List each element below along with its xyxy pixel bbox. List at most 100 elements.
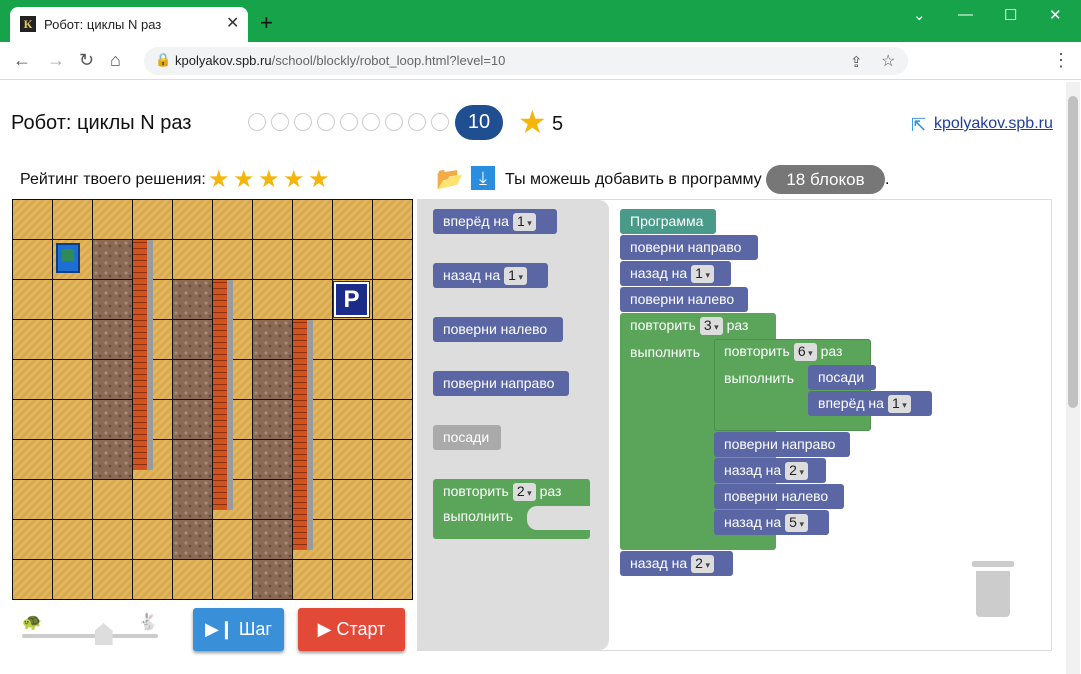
field-cell (173, 440, 213, 480)
value-dropdown[interactable]: 1 (504, 267, 527, 285)
level-dot[interactable] (248, 113, 266, 131)
minimize-icon[interactable]: — (958, 6, 973, 23)
block-label: раз (726, 317, 749, 333)
start-button[interactable]: ▶ Старт (298, 608, 405, 651)
bookmark-star-icon[interactable]: ☆ (881, 51, 895, 71)
toolbox-turn-left-block[interactable]: поверни налево (433, 317, 563, 342)
level-dot[interactable] (431, 113, 449, 131)
value-dropdown[interactable]: 2 (512, 483, 536, 501)
block-label: выполнить (443, 508, 513, 524)
field-cell (333, 560, 373, 600)
toolbox-back-block[interactable]: назад на 1 (433, 263, 548, 288)
rating-star-icon: ★ (258, 166, 280, 193)
field-cell (333, 200, 373, 240)
toolbox-forward-block[interactable]: вперёд на 1 (433, 209, 557, 234)
rabbit-icon: 🐇 (138, 614, 158, 631)
current-level-badge[interactable]: 10 (455, 105, 503, 140)
level-dot[interactable] (271, 113, 289, 131)
field-cell (13, 480, 53, 520)
field-cell (373, 520, 413, 560)
block-label: вперёд на (443, 213, 509, 229)
value-dropdown[interactable]: 6 (793, 343, 817, 361)
field-cell (173, 480, 213, 520)
turn-right-block[interactable]: поверни направо (714, 432, 850, 457)
download-icon[interactable]: ⤓ (471, 166, 495, 190)
parking-sign: P (333, 281, 370, 318)
menu-icon[interactable]: ⋮ (1052, 50, 1070, 71)
site-link[interactable]: kpolyakov.spb.ru (934, 115, 1053, 133)
field-cell (93, 520, 133, 560)
speed-slider-thumb[interactable] (94, 623, 113, 645)
back-block[interactable]: назад на 2 (714, 458, 826, 483)
close-window-icon[interactable]: ✕ (1049, 6, 1062, 24)
field-cell (133, 520, 173, 560)
field-cell (13, 440, 53, 480)
forward-icon[interactable]: → (47, 50, 65, 71)
home-icon[interactable]: ⌂ (110, 50, 121, 71)
blocks-left-badge: 18 блоков (766, 165, 885, 194)
field-cell (53, 560, 93, 600)
field-cell (253, 200, 293, 240)
level-dot[interactable] (340, 113, 358, 131)
turn-right-block[interactable]: поверни направо (620, 235, 758, 260)
block-label: назад на (443, 267, 501, 283)
reload-icon[interactable]: ↻ (79, 50, 94, 71)
forward-block[interactable]: вперёд на 1 (808, 391, 932, 416)
program-root-block[interactable]: Программа (620, 209, 716, 234)
back-block[interactable]: назад на 2 (620, 551, 733, 576)
level-dot[interactable] (408, 113, 426, 131)
speed-slider[interactable] (22, 634, 158, 638)
block-label: назад на (724, 462, 782, 478)
field-cell (173, 320, 213, 360)
rating-label: Рейтинг твоего решения: (20, 171, 206, 188)
maximize-icon[interactable]: ☐ (1004, 6, 1017, 24)
level-dot[interactable] (362, 113, 380, 131)
field-cell (293, 280, 333, 320)
field-cell (133, 560, 173, 600)
value-dropdown[interactable]: 1 (691, 265, 714, 283)
back-icon[interactable]: ← (13, 50, 31, 71)
trash-lid[interactable] (972, 561, 1014, 567)
external-link-icon[interactable]: ⇱ (911, 115, 926, 136)
value-dropdown[interactable]: 5 (785, 514, 808, 532)
value-dropdown[interactable]: 1 (887, 395, 911, 413)
scrollbar-thumb[interactable] (1068, 96, 1078, 408)
field-cell (333, 360, 373, 400)
tab-close-icon[interactable]: ✕ (226, 13, 239, 33)
block-label: раз (539, 483, 562, 499)
plant-block[interactable]: посади (808, 365, 876, 390)
level-dot[interactable] (317, 113, 335, 131)
field-cell (253, 240, 293, 280)
value-dropdown[interactable]: 1 (512, 213, 536, 231)
field-cell (133, 480, 173, 520)
field-cell (53, 360, 93, 400)
back-block[interactable]: назад на 1 (620, 261, 731, 286)
block-label: повторить (630, 317, 696, 333)
lock-icon[interactable]: 🔒 (155, 52, 171, 68)
turn-left-block[interactable]: поверни налево (620, 287, 748, 312)
level-dot[interactable] (294, 113, 312, 131)
url-text[interactable]: kpolyakov.spb.ru/school/blockly/robot_lo… (175, 53, 505, 68)
field-cell (373, 320, 413, 360)
value-dropdown[interactable]: 2 (691, 555, 714, 573)
field-cell (53, 200, 93, 240)
field-cell (53, 280, 93, 320)
open-folder-icon[interactable]: 📂 (436, 166, 463, 192)
field-cell (93, 320, 133, 360)
share-icon[interactable]: ⇪ (850, 53, 863, 71)
turtle-icon: 🐢 (22, 614, 42, 631)
new-tab-button[interactable]: + (260, 10, 273, 36)
turn-left-block[interactable]: поверни налево (714, 484, 844, 509)
loop-inner-do-label: выполнить (724, 370, 794, 386)
value-dropdown[interactable]: 3 (699, 317, 723, 335)
field-cell (293, 240, 333, 280)
step-button[interactable]: ▶❙ Шаг (193, 608, 284, 651)
back-block[interactable]: назад на 5 (714, 510, 829, 535)
tab-search-icon[interactable]: ⌄ (913, 6, 926, 24)
trash-can-icon[interactable] (976, 571, 1010, 617)
toolbox-turn-right-block[interactable]: поверни направо (433, 371, 569, 396)
level-dot[interactable] (385, 113, 403, 131)
value-dropdown[interactable]: 2 (785, 462, 808, 480)
field-cell (53, 480, 93, 520)
field-cell (173, 520, 213, 560)
